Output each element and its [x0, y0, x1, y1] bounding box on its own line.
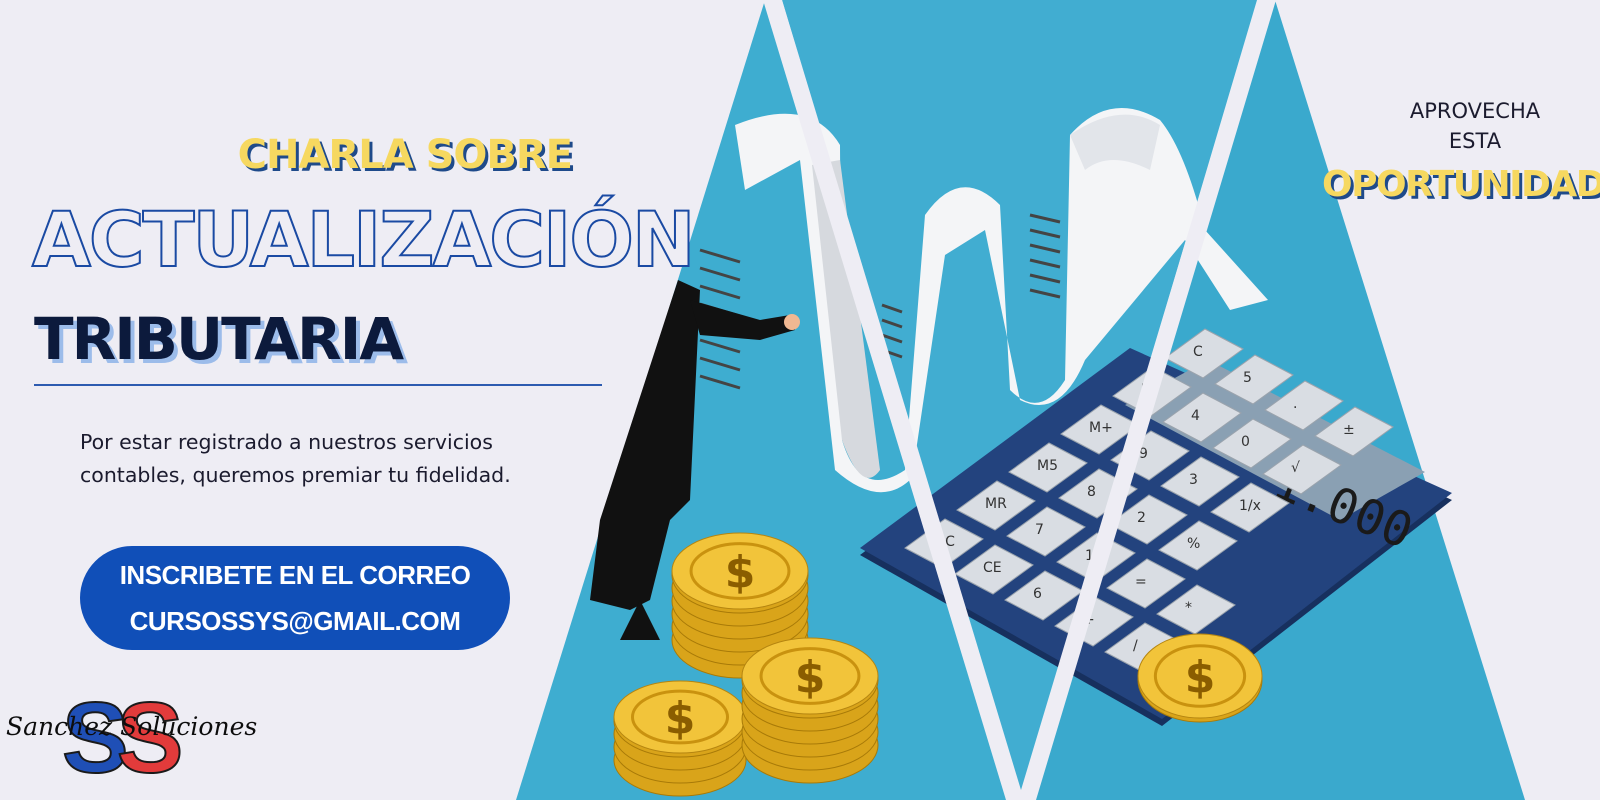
cta-line-1: INSCRIBETE EN EL CORREO — [119, 560, 471, 590]
calculator-key-label: ± — [1343, 422, 1355, 438]
calculator-key-label: √ — [1291, 460, 1300, 476]
calculator-key-label: % — [1187, 536, 1200, 552]
promo-line-1: APROVECHA — [1409, 99, 1541, 123]
dollar-icon: $ — [665, 693, 696, 744]
illustration-panel: 1.000 MCMRM5M+M-CCE7894561230.+=%1/x√±/*… — [516, 0, 1525, 800]
calculator-key-label: M+ — [1089, 420, 1113, 436]
cta-line-2: CURSOSSYS@GMAIL.COM — [129, 606, 461, 636]
calculator-key-label: 3 — [1189, 472, 1198, 488]
calculator-key-label: = — [1135, 574, 1147, 590]
calculator-key-label: 2 — [1137, 510, 1146, 526]
calculator-key-label: 4 — [1191, 408, 1200, 424]
signup-email-button[interactable]: INSCRIBETE EN EL CORREO CURSOSSYS@GMAIL.… — [80, 546, 510, 650]
calculator-key-label: C — [1193, 344, 1203, 360]
promo-tagline: APROVECHA ESTA — [1390, 96, 1560, 156]
brand-name: Sanchez Soluciones — [6, 712, 258, 741]
calculator-key-label: 5 — [1243, 370, 1252, 386]
promo-line-2: ESTA — [1448, 129, 1502, 153]
coin-stack: $ — [613, 680, 747, 797]
promo-highlight: OPORTUNIDAD — [1322, 164, 1600, 205]
calculator-key-label: * — [1185, 600, 1192, 616]
coin-stack: $ — [1137, 633, 1263, 723]
description-text: Por estar registrado a nuestros servicio… — [80, 430, 511, 487]
calculator-key-label: 7 — [1035, 522, 1044, 538]
coin-stack: $ — [741, 637, 879, 784]
calculator-key-label: CE — [983, 560, 1002, 576]
headline-kicker: CHARLA SOBRE — [237, 132, 573, 178]
calculator-key-label: MR — [985, 496, 1007, 512]
dollar-icon: $ — [725, 547, 756, 598]
dollar-icon: $ — [795, 652, 826, 703]
calculator-key-label: 8 — [1087, 484, 1096, 500]
headline-main: ACTUALIZACIÓN — [31, 195, 697, 284]
calculator-key-label: / — [1133, 638, 1138, 654]
calculator-key-label: M5 — [1037, 458, 1058, 474]
calculator-key-label: . — [1293, 396, 1297, 412]
headline-sub: TRIBUTARIA — [34, 305, 404, 373]
calculator-key-label: 6 — [1033, 586, 1042, 602]
dollar-icon: $ — [1185, 652, 1216, 703]
calculator-key-label: 0 — [1241, 434, 1250, 450]
calculator-key-label: 1/x — [1239, 498, 1261, 514]
headline-divider — [34, 384, 602, 386]
